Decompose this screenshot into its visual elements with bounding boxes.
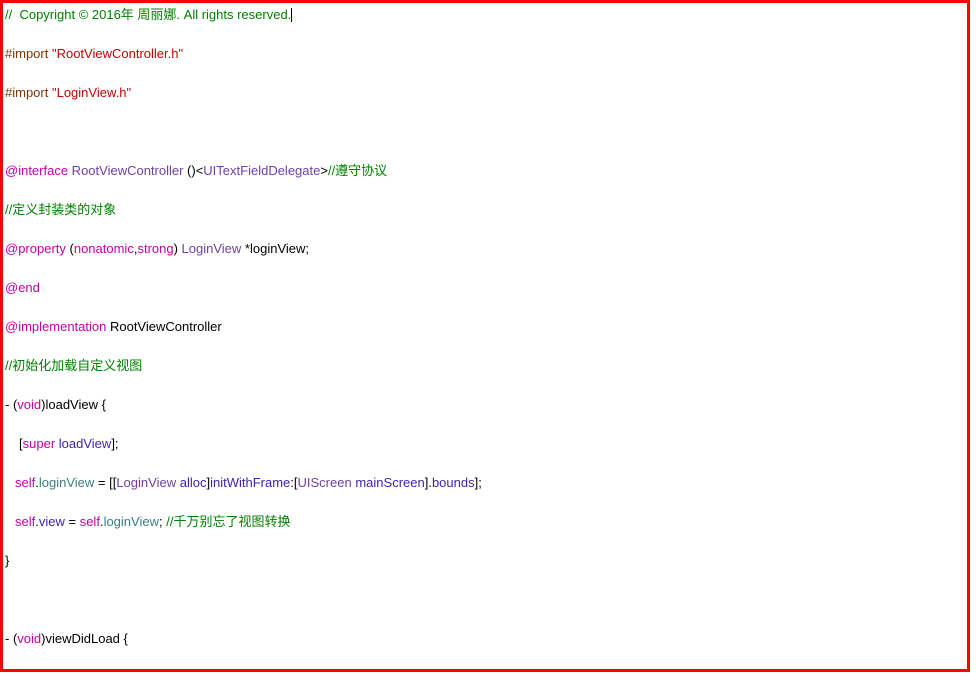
directive: #import	[5, 46, 52, 61]
keyword: self	[15, 475, 35, 490]
code-line: - (void)viewDidLoad {	[5, 629, 965, 649]
keyword: @implementation	[5, 319, 106, 334]
keyword: super	[23, 670, 56, 672]
punct: - (	[5, 631, 17, 646]
directive: #import	[5, 85, 52, 100]
keyword: @end	[5, 280, 40, 295]
type: UITextFieldDelegate	[203, 163, 320, 178]
type: UIScreen	[298, 475, 352, 490]
code-line: }	[5, 551, 965, 571]
string: "LoginView.h"	[52, 85, 131, 100]
punct: ];	[111, 436, 118, 451]
code-line: [super viewDidLoad];	[5, 668, 965, 672]
code-line: [super loadView];	[5, 434, 965, 454]
keyword: super	[23, 436, 56, 451]
code-line: - (void)loadView {	[5, 395, 965, 415]
prop: loginView	[39, 475, 94, 490]
punct: - (	[5, 397, 17, 412]
method: alloc	[180, 475, 207, 490]
method: initWithFrame	[210, 475, 290, 490]
code-line: // Copyright © 2016年 周丽娜. All rights res…	[5, 5, 965, 25]
punct: ];	[133, 670, 140, 672]
code-screenshot-frame: // Copyright © 2016年 周丽娜. All rights res…	[0, 0, 970, 672]
punct: >	[320, 163, 328, 178]
keyword: @interface	[5, 163, 68, 178]
punct: ].	[425, 475, 432, 490]
type: LoginView	[116, 475, 176, 490]
comment: //千万别忘了视图转换	[166, 514, 290, 529]
text: RootViewController	[106, 319, 221, 334]
keyword: self	[80, 514, 100, 529]
punct: [	[19, 670, 23, 672]
prop: view	[39, 514, 65, 529]
code-line: #import "LoginView.h"	[5, 83, 965, 103]
punct: :[	[290, 475, 297, 490]
text: =	[65, 514, 80, 529]
code-line: @end	[5, 278, 965, 298]
type-kw: void	[17, 397, 41, 412]
space	[55, 670, 59, 672]
code-line: self.loginView = [[LoginView alloc]initW…	[5, 473, 965, 493]
blank-line	[5, 122, 965, 142]
string: "RootViewController.h"	[52, 46, 183, 61]
method: viewDidLoad	[59, 670, 133, 672]
punct: )	[174, 241, 182, 256]
text: = [[	[94, 475, 116, 490]
prop: bounds	[432, 475, 475, 490]
attr: nonatomic	[74, 241, 134, 256]
method: loadView	[59, 436, 112, 451]
type: RootViewController	[68, 163, 187, 178]
comment: //遵守协议	[328, 163, 387, 178]
keyword: self	[15, 514, 35, 529]
code-line: //初始化加载自定义视图	[5, 356, 965, 376]
method: mainScreen	[355, 475, 424, 490]
code-line: self.view = self.loginView; //千万别忘了视图转换	[5, 512, 965, 532]
code-line: @interface RootViewController ()<UITextF…	[5, 161, 965, 181]
blank-line	[5, 590, 965, 610]
text: *loginView;	[241, 241, 309, 256]
code-line: #import "RootViewController.h"	[5, 44, 965, 64]
type: LoginView	[182, 241, 242, 256]
punct: (	[66, 241, 74, 256]
text-cursor	[291, 8, 292, 22]
code-line: @property (nonatomic,strong) LoginView *…	[5, 239, 965, 259]
punct: ];	[475, 475, 482, 490]
punct: ()<	[187, 163, 203, 178]
keyword: @property	[5, 241, 66, 256]
comment: //初始化加载自定义视图	[5, 358, 142, 373]
code-line: //定义封装类的对象	[5, 200, 965, 220]
code-block: // Copyright © 2016年 周丽娜. All rights res…	[5, 5, 965, 672]
comment: //定义封装类的对象	[5, 202, 116, 217]
code-line: @implementation RootViewController	[5, 317, 965, 337]
text: )viewDidLoad {	[41, 631, 128, 646]
text: )loadView {	[41, 397, 106, 412]
type-kw: void	[17, 631, 41, 646]
brace: }	[5, 553, 9, 568]
prop: loginView	[104, 514, 159, 529]
comment: // Copyright © 2016年 周丽娜. All rights res…	[5, 7, 291, 22]
attr: strong	[137, 241, 173, 256]
